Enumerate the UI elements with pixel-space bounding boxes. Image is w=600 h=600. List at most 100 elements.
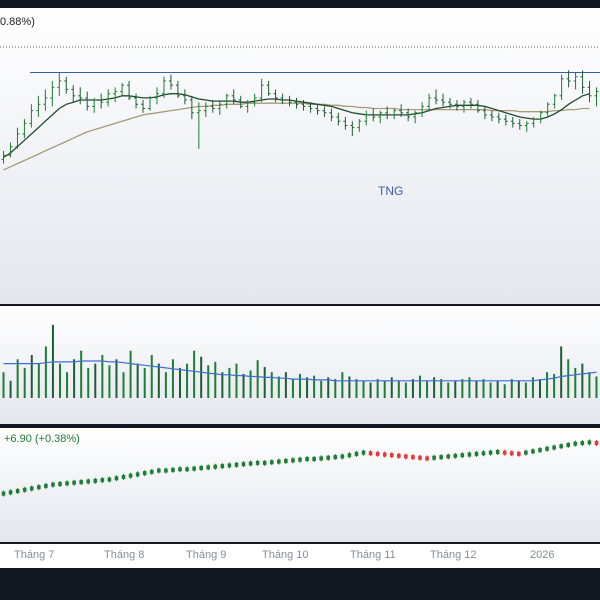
- index-candle-body: [107, 477, 112, 482]
- index-candle-body: [213, 464, 218, 469]
- index-candle-body: [474, 451, 479, 456]
- index-chart: [1, 439, 599, 497]
- index-candle-body: [171, 467, 175, 472]
- index-candle-body: [382, 452, 387, 457]
- footer-bar: [0, 568, 600, 600]
- index-candle-body: [199, 466, 203, 470]
- index-candle-body: [227, 463, 232, 468]
- index-candle-body: [538, 448, 542, 453]
- index-candle-body: [340, 454, 345, 459]
- index-candle-body: [495, 450, 500, 454]
- index-candle-body: [326, 455, 331, 460]
- index-candle-body: [185, 467, 189, 472]
- price-pane[interactable]: 0.88%) TNG: [0, 8, 600, 304]
- index-candle-body: [142, 471, 147, 476]
- index-candle-body: [545, 446, 549, 451]
- index-candle-body: [509, 451, 514, 456]
- index-candle-body: [1, 491, 6, 496]
- index-candle-body: [164, 468, 168, 473]
- index-candle-body: [72, 480, 76, 485]
- chart-window: 0.88%) TNG +6.90 (+0.38%) Tháng 7 Tháng …: [0, 0, 600, 600]
- index-candle-body: [93, 478, 98, 483]
- index-candle-body: [432, 455, 436, 460]
- index-candle-body: [135, 472, 140, 477]
- index-candle-body: [531, 449, 535, 454]
- index-candle-body: [425, 456, 429, 461]
- index-candle-body: [481, 451, 486, 456]
- index-candle-body: [79, 480, 83, 485]
- index-candle-body: [587, 440, 592, 445]
- index-candle-body: [291, 458, 295, 463]
- index-candle-body: [234, 462, 239, 467]
- index-candle-body: [411, 455, 415, 460]
- price-chart: [0, 46, 600, 171]
- time-tick-thang-7: Tháng 7: [14, 549, 55, 561]
- time-tick-thang-11: Tháng 11: [350, 549, 396, 561]
- index-candle-body: [284, 458, 288, 463]
- index-candle-body: [397, 453, 401, 458]
- time-tick-thang-8: Tháng 8: [104, 549, 145, 561]
- index-candle-body: [241, 462, 246, 467]
- ma-slow-line: [3, 102, 590, 171]
- index-candle-body: [192, 466, 196, 471]
- index-candle-body: [446, 454, 451, 459]
- index-candle-body: [121, 474, 126, 479]
- index-candle-body: [22, 487, 27, 492]
- price-change-label: 0.88%): [0, 16, 35, 28]
- index-candle-body: [15, 489, 20, 494]
- index-candle-body: [594, 441, 599, 446]
- index-candle-body: [453, 453, 458, 458]
- index-candle-body: [347, 453, 352, 458]
- index-candle-body: [502, 450, 507, 455]
- index-pane[interactable]: +6.90 (+0.38%): [0, 428, 600, 542]
- index-candle-body: [262, 460, 267, 465]
- index-candle-body: [51, 482, 55, 487]
- index-candle-body: [44, 483, 48, 488]
- index-candle-body: [277, 459, 281, 464]
- volume-pane[interactable]: [0, 306, 600, 424]
- index-candle-body: [114, 476, 119, 481]
- index-candle-body: [580, 441, 585, 446]
- index-candle-body: [524, 450, 528, 455]
- volume-chart: [2, 324, 598, 398]
- index-candle-body: [305, 457, 309, 462]
- time-axis[interactable]: Tháng 7 Tháng 8 Tháng 9 Tháng 10 Tháng 1…: [0, 544, 600, 568]
- index-candle-body: [566, 442, 571, 447]
- index-candle-body: [368, 451, 373, 456]
- index-candle-body: [312, 457, 316, 462]
- index-candle-body: [100, 478, 105, 483]
- index-candle-body: [178, 467, 182, 472]
- index-candle-body: [248, 461, 253, 466]
- index-candle-body: [517, 451, 521, 456]
- index-candle-body: [488, 450, 493, 455]
- symbol-annotation: TNG: [378, 184, 404, 198]
- index-candle-body: [573, 441, 578, 446]
- index-candle-body: [65, 481, 69, 486]
- index-candle-body: [375, 451, 380, 456]
- index-candle-body: [354, 451, 359, 456]
- time-tick-thang-9: Tháng 9: [186, 549, 227, 561]
- index-candle-body: [333, 455, 338, 460]
- index-candle-body: [58, 482, 62, 486]
- index-candle-body: [389, 453, 394, 458]
- index-candle-body: [29, 486, 34, 491]
- index-candle-body: [220, 464, 225, 469]
- index-candle-body: [418, 455, 422, 460]
- index-candle-body: [298, 457, 302, 462]
- index-candle-body: [8, 490, 13, 495]
- time-tick-thang-10: Tháng 10: [262, 549, 309, 561]
- index-candle-body: [361, 450, 366, 455]
- index-candle-body: [552, 445, 556, 450]
- index-candle-body: [86, 479, 91, 484]
- index-candle-body: [37, 485, 41, 490]
- index-candle-body: [439, 455, 443, 460]
- index-candle-body: [149, 469, 154, 474]
- index-candle-body: [319, 456, 323, 461]
- time-tick-thang-12: Tháng 12: [430, 549, 477, 561]
- index-candle-body: [206, 465, 211, 470]
- index-candle-body: [460, 453, 465, 458]
- index-candle-body: [404, 454, 408, 459]
- index-candle-body: [255, 460, 260, 465]
- time-tick-2026: 2026: [530, 549, 555, 561]
- index-candle-body: [128, 473, 133, 478]
